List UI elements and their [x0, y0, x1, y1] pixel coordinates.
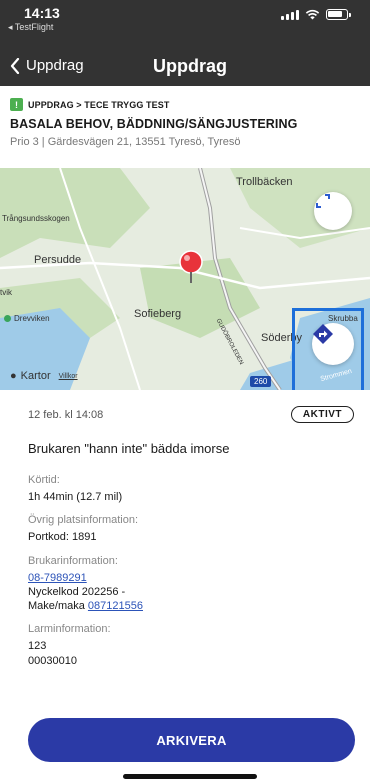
directions-button[interactable] — [312, 323, 354, 365]
status-badge: AKTIVT — [290, 406, 354, 423]
alarm-line-2: 00030010 — [28, 654, 77, 667]
map-attribution: ● Kartor Villkor — [10, 370, 78, 382]
top-bar: 14:13 ◂ TestFlight Uppdrag Uppdrag — [0, 0, 370, 86]
fullscreen-button[interactable] — [314, 192, 352, 230]
home-indicator — [123, 774, 257, 779]
user-phone-link[interactable]: 08-7989291 — [28, 572, 87, 584]
map-label-tvik: tvik — [0, 288, 12, 297]
assignment-description: Brukaren "hann inte" bädda imorse — [28, 441, 230, 456]
map-label-drevviken: Drevviken — [4, 314, 50, 323]
back-to-app-link[interactable]: ◂ TestFlight — [8, 22, 53, 33]
drive-time-label: Körtid: — [28, 474, 60, 486]
signal-icon — [281, 9, 299, 20]
exclamation-icon: ! — [10, 98, 23, 111]
assignment-header: ! UPPDRAG > TECE TRYGG TEST BASALA BEHOV… — [0, 86, 370, 168]
page-title: Uppdrag — [153, 56, 227, 76]
map-label-sofieberg: Sofieberg — [134, 308, 182, 320]
map-view[interactable]: Trollbäcken Trångsundsskogen Persudde tv… — [0, 168, 370, 390]
user-key-code: Nyckelkod 202256 - — [28, 585, 126, 598]
map-label-persudde: Persudde — [34, 254, 82, 266]
assignment-subtitle: Prio 3 | Gärdesvägen 21, 13551 Tyresö, T… — [10, 136, 241, 148]
assignment-title: BASALA BEHOV, BÄDDNING/SÄNGJUSTERING — [10, 117, 298, 131]
details-section: 12 feb. kl 14:08 AKTIVT Brukaren "hann i… — [0, 390, 370, 720]
spouse-phone-link[interactable]: 087121556 — [88, 600, 143, 612]
map-label-trollbacken: Trollbäcken — [236, 176, 293, 188]
battery-icon — [326, 9, 351, 20]
apple-logo-icon: ● — [10, 370, 17, 382]
drive-time-value: 1h 44min (12.7 mil) — [28, 491, 123, 503]
date-row: 12 feb. kl 14:08 AKTIVT — [28, 406, 354, 423]
park-dot-icon — [4, 315, 11, 322]
scroll-fade — [0, 690, 370, 720]
user-info-value: 08-7989291 Nyckelkod 202256 - Make/maka … — [28, 571, 354, 614]
map-terms-link[interactable]: Villkor — [59, 373, 78, 380]
user-spouse-label: Make/maka — [28, 600, 85, 613]
directions-icon — [313, 324, 333, 344]
alarm-info-label: Larminformation: — [28, 623, 111, 636]
other-location-label: Övrig platsinformation: — [28, 514, 139, 527]
archive-button[interactable]: ARKIVERA — [28, 718, 355, 762]
map-label-trangsund: Trångsundsskogen — [2, 214, 70, 223]
user-info-label: Brukarinformation: — [28, 554, 118, 567]
created-date: 12 feb. kl 14:08 — [28, 408, 104, 421]
breadcrumb-text: UPPDRAG > TECE TRYGG TEST — [28, 99, 170, 110]
alarm-info-value: 123 00030010 — [28, 639, 354, 668]
status-icons — [281, 9, 351, 20]
alarm-line-1: 123 — [28, 640, 47, 653]
other-location-value: Portkod: 1891 — [28, 531, 97, 544]
road-number-badge: 260 — [250, 376, 272, 387]
expand-icon — [316, 194, 330, 208]
status-time: 14:13 — [24, 5, 60, 21]
breadcrumb: ! UPPDRAG > TECE TRYGG TEST — [10, 98, 360, 111]
wifi-icon — [305, 9, 320, 20]
